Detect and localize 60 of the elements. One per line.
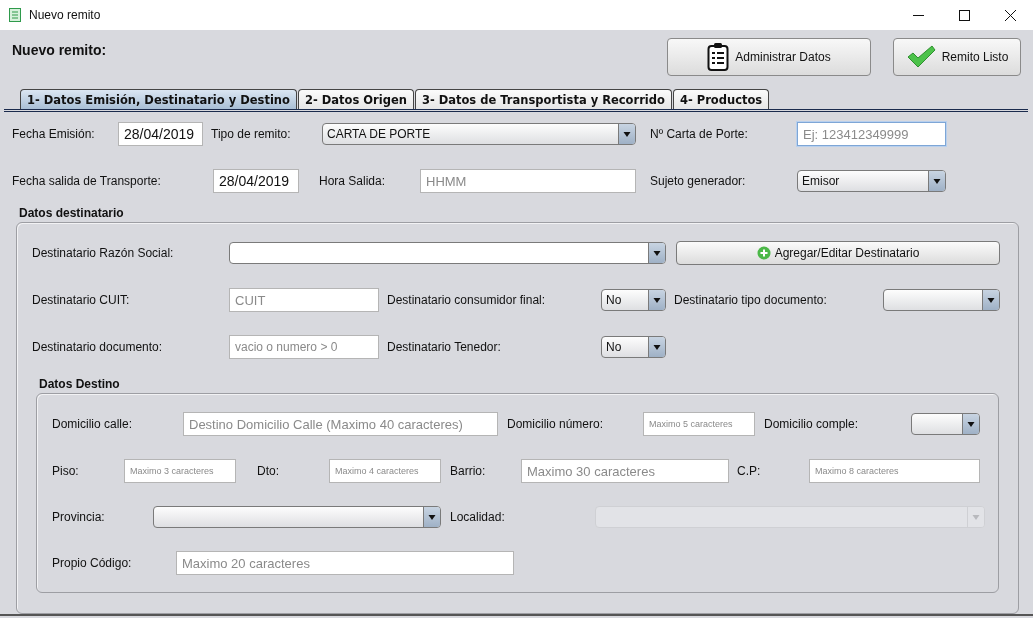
field-label: C.P:: [737, 464, 761, 478]
dropdown[interactable]: No: [601, 289, 666, 311]
field-label: Destinatario CUIT:: [32, 293, 130, 307]
text-field[interactable]: Maximo 30 caracteres: [521, 459, 729, 483]
field-label: Sujeto generador:: [650, 174, 746, 188]
group-title: Datos Destino: [39, 377, 121, 391]
dropdown[interactable]: No: [601, 336, 666, 358]
text-field[interactable]: Maximo 5 caracteres: [643, 412, 755, 436]
field-label: Barrio:: [450, 464, 486, 478]
field-label: Piso:: [52, 464, 79, 478]
field-label: Domicilio número:: [507, 417, 604, 431]
field-label: Domicilio calle:: [52, 417, 133, 431]
tab[interactable]: 4- Productos: [672, 89, 770, 109]
add-edit-recipient-button[interactable]: Agregar/Editar Destinatario: [676, 241, 1000, 265]
text-field[interactable]: Maximo 20 caracteres: [176, 551, 514, 575]
tab[interactable]: 3- Datos de Transportista y Recorrido: [414, 89, 672, 109]
window-title: Nuevo remito: [29, 8, 102, 22]
text-field[interactable]: Maximo 3 caracteres: [124, 459, 236, 483]
tab[interactable]: 2- Datos Origen: [297, 89, 414, 109]
field-label: Destinatario tipo documento:: [674, 293, 827, 307]
field-label: Propio Código:: [52, 556, 132, 570]
dropdown[interactable]: [229, 242, 666, 264]
close-icon: [1004, 9, 1016, 21]
field-label: Hora Salida:: [319, 174, 386, 188]
text-field[interactable]: HHMM: [420, 169, 636, 193]
field-label: Fecha salida de Transporte:: [12, 174, 161, 188]
group-title: Datos destinatario: [19, 206, 125, 220]
text-field[interactable]: CUIT: [229, 288, 379, 312]
field-label: Destinatario Razón Social:: [32, 246, 174, 260]
dropdown[interactable]: [883, 289, 1000, 311]
tab[interactable]: 1- Datos Emisión, Destinatario y Destino: [20, 89, 297, 109]
field-label: Destinatario Tenedor:: [387, 340, 501, 354]
field-label: Nº Carta de Porte:: [650, 127, 748, 141]
date-field[interactable]: 28/04/2019: [118, 122, 203, 146]
dropdown[interactable]: Emisor: [797, 170, 946, 192]
field-label: Dto:: [257, 464, 279, 478]
field-label: Domicilio comple:: [764, 417, 859, 431]
text-field[interactable]: Maximo 8 caracteres: [809, 459, 980, 483]
field-label: Fecha Emisión:: [12, 127, 95, 141]
dropdown[interactable]: [911, 413, 980, 435]
text-field[interactable]: vacio o numero > 0: [229, 335, 379, 359]
date-field[interactable]: 28/04/2019: [213, 169, 299, 193]
checkmark-icon: [905, 45, 936, 69]
text-field[interactable]: Maximo 4 caracteres: [329, 459, 441, 483]
field-label: Destinatario documento:: [32, 340, 163, 354]
dropdown[interactable]: [153, 506, 441, 528]
field-label: Tipo de remito:: [211, 127, 291, 141]
add-icon: [756, 246, 771, 260]
form-heading: Nuevo remito:: [12, 42, 108, 58]
text-field[interactable]: Destino Domicilio Calle (Maximo 40 caracteres): [183, 412, 498, 436]
field-label: Localidad:: [450, 510, 505, 524]
app-icon: [9, 8, 21, 22]
action-button[interactable]: Remito Listo: [893, 38, 1021, 76]
action-button[interactable]: Administrar Datos: [667, 38, 871, 76]
field-label: Provincia:: [52, 510, 105, 524]
maximize-icon: [958, 9, 970, 21]
dropdown[interactable]: CARTA DE PORTE: [322, 123, 636, 145]
text-field[interactable]: Ej: 123412349999: [797, 122, 946, 146]
field-label: Destinatario consumidor final:: [387, 293, 546, 307]
checklist-clipboard-icon: [707, 42, 730, 72]
